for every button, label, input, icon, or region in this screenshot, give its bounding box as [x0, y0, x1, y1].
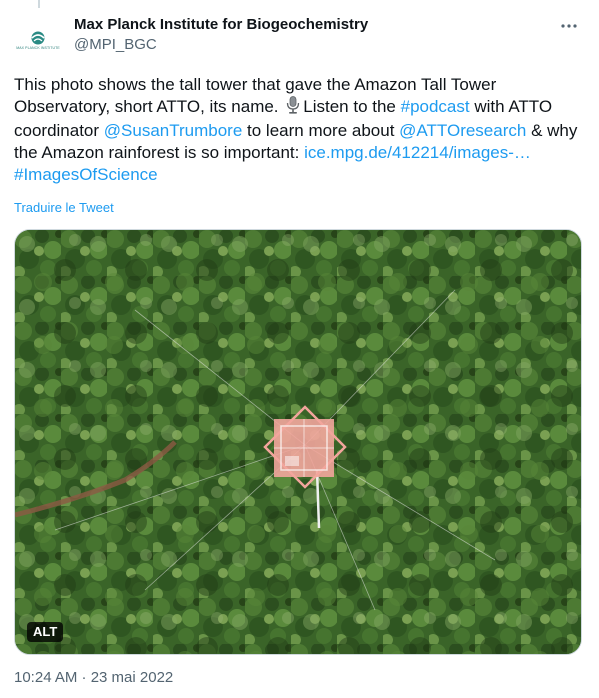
hashtag-podcast-link[interactable]: #podcast	[401, 97, 470, 116]
hashtag-imagesofscience-link[interactable]: #ImagesOfScience	[14, 165, 158, 184]
translate-tweet-link[interactable]: Traduire le Tweet	[14, 200, 114, 215]
author-handle[interactable]: @MPI_BGC	[74, 35, 368, 55]
tower-structure	[263, 405, 347, 489]
author-names: Max Planck Institute for Biogeochemistry…	[74, 15, 368, 55]
avatar[interactable]: MAX PLANCK INSTITUTE	[14, 16, 62, 64]
tweet-timestamp[interactable]: 10:24 AM · 23 mai 2022	[14, 669, 173, 686]
tweet-text-part: Listen to the	[303, 97, 401, 116]
microphone-icon	[286, 96, 300, 120]
tweet-text-part: to learn more about	[242, 121, 400, 140]
more-options-button[interactable]	[557, 14, 581, 38]
aerial-forest-tower-image	[15, 230, 581, 654]
external-url-link[interactable]: ice.mpg.de/412214/images-…	[304, 143, 531, 162]
tweet-text: This photo shows the tall tower that gav…	[14, 74, 584, 186]
ellipsis-icon	[561, 24, 577, 28]
author-display-name[interactable]: Max Planck Institute for Biogeochemistry	[74, 15, 368, 35]
mention-susantrumbore-link[interactable]: @SusanTrumbore	[104, 121, 243, 140]
avatar-logo-text: MAX PLANCK INSTITUTE	[16, 45, 60, 50]
max-planck-logo-icon	[31, 31, 45, 44]
mention-attoresearch-link[interactable]: @ATTOresearch	[399, 121, 526, 140]
thread-connector-line	[38, 0, 40, 8]
tweet-photo[interactable]: ALT	[14, 229, 582, 655]
tweet-header: MAX PLANCK INSTITUTE Max Planck Institut…	[14, 12, 585, 64]
alt-text-badge[interactable]: ALT	[27, 622, 64, 642]
